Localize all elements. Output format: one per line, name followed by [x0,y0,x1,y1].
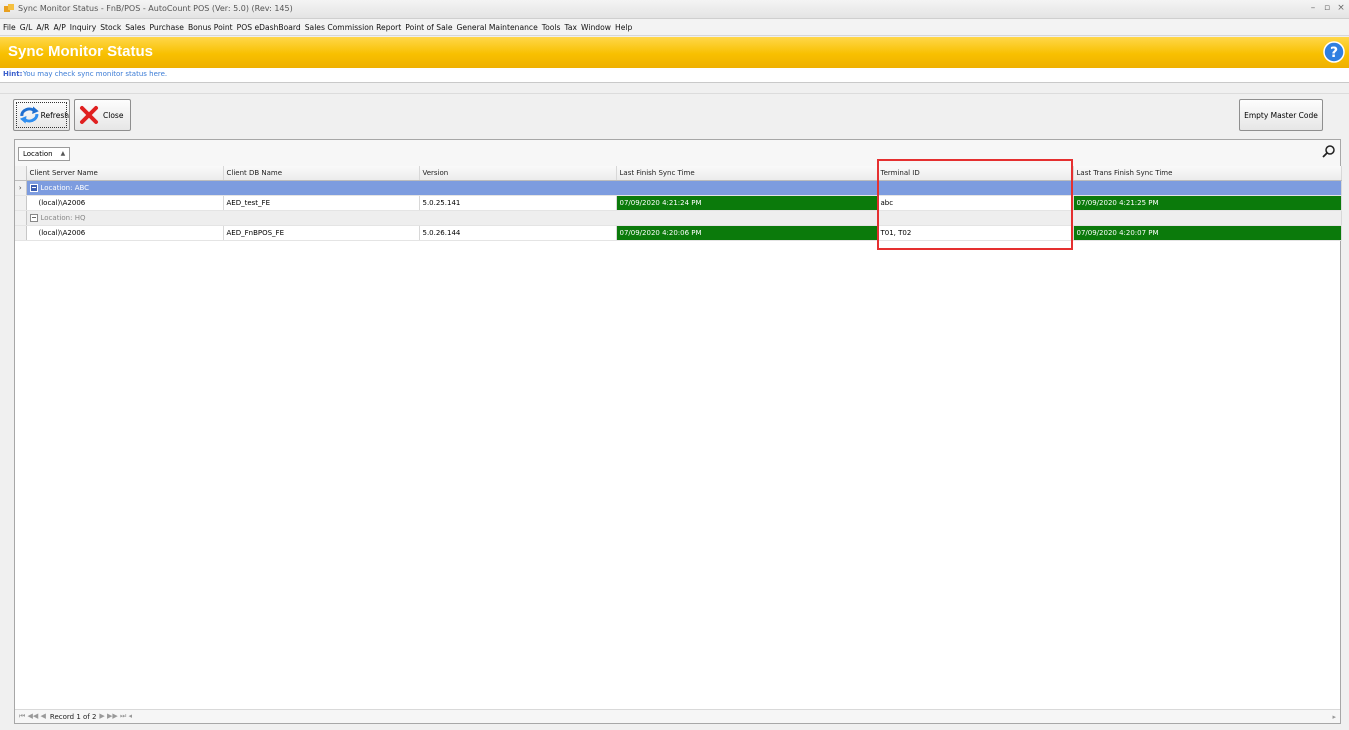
menu-help[interactable]: Help [615,23,632,32]
empty-master-code-label: Empty Master Code [1244,110,1318,120]
menu-ar[interactable]: A/R [36,23,49,32]
scroll-right-icon[interactable]: ▸ [1332,713,1336,721]
close-icon [80,106,98,124]
menu-inquiry[interactable]: Inquiry [70,23,96,32]
window-title: Sync Monitor Status - FnB/POS - AutoCoun… [18,4,293,13]
restore-icon[interactable]: ▫ [1321,2,1333,14]
record-navigator: ⏮ ◀◀ ◀ Record 1 of 2 ▶ ▶▶ ⏭ ◂ ▸ [15,709,1340,723]
menu-tax[interactable]: Tax [565,23,578,32]
row-indicator [15,225,27,241]
row-indicator: › [15,180,27,196]
cell-client-db-name[interactable]: AED_FnBPOS_FE [223,225,420,241]
minimize-icon[interactable]: – [1307,2,1319,14]
nav-next-last-icon[interactable]: ▶ ▶▶ ⏭ ◂ [99,712,132,721]
cell-client-db-name[interactable]: AED_test_FE [223,195,420,211]
cell-terminal-id[interactable]: abc [877,195,1074,211]
menu-file[interactable]: File [3,23,16,32]
search-icon[interactable] [1322,144,1336,158]
menu-purchase[interactable]: Purchase [149,23,183,32]
help-icon[interactable]: ? [1323,41,1345,63]
empty-master-code-button[interactable]: Empty Master Code [1239,99,1323,131]
group-by-panel: Location ▲ [15,140,1340,167]
menu-point-of-sale[interactable]: Point of Sale [405,23,452,32]
collapse-icon[interactable] [29,214,38,222]
cell-last-finish-sync-time[interactable]: 07/09/2020 4:21:24 PM [616,195,878,211]
hint-bar: Hint: You may check sync monitor status … [0,68,1349,83]
column-header-client-server-name[interactable]: Client Server Name [26,166,224,181]
cell-version[interactable]: 5.0.25.141 [419,195,617,211]
column-header-client-db-name[interactable]: Client DB Name [223,166,420,181]
cell-client-server-name[interactable]: (local)\A2006 [26,225,224,241]
toolbar-strip [0,83,1349,94]
row-indicator [15,210,27,226]
menu-window[interactable]: Window [581,23,611,32]
close-window-icon[interactable]: × [1335,2,1347,14]
hint-label: Hint: [3,70,23,78]
menu-stock[interactable]: Stock [100,23,121,32]
menu-gl[interactable]: G/L [20,23,33,32]
collapse-icon[interactable] [29,184,38,192]
sort-ascending-icon: ▲ [60,150,66,157]
cell-terminal-id[interactable]: T01, T02 [877,225,1074,241]
table-row[interactable]: (local)\A2006 AED_FnBPOS_FE 5.0.26.144 0… [15,225,1342,241]
menu-sales[interactable]: Sales [125,23,145,32]
menu-general-maintenance[interactable]: General Maintenance [457,23,538,32]
cell-client-server-name[interactable]: (local)\A2006 [26,195,224,211]
menu-ap[interactable]: A/P [53,23,65,32]
group-row-content[interactable]: Location: ABC [26,180,1342,196]
page-title: Sync Monitor Status [8,43,154,60]
group-row[interactable]: Location: HQ [15,210,1342,226]
close-button[interactable]: Close [74,99,131,131]
record-count: Record 1 of 2 [49,712,97,721]
column-header-last-finish-sync-time[interactable]: Last Finish Sync Time [616,166,878,181]
cell-last-finish-sync-time[interactable]: 07/09/2020 4:20:06 PM [616,225,878,241]
cell-last-trans-finish-sync-time[interactable]: 07/09/2020 4:20:07 PM [1073,225,1342,241]
menu-sales-commission-report[interactable]: Sales Commission Report [305,23,402,32]
menu-pos-edashboard[interactable]: POS eDashBoard [237,23,301,32]
menu-bar: File G/L A/R A/P Inquiry Stock Sales Pur… [0,19,1349,36]
group-by-location-chip[interactable]: Location ▲ [18,147,71,161]
grid-header-row: Client Server Name Client DB Name Versio… [15,166,1342,181]
column-header-terminal-id[interactable]: Terminal ID [877,166,1074,181]
row-indicator-header [15,166,27,181]
sync-monitor-grid: Location ▲ Client Server Name Client DB … [14,139,1342,724]
group-label: Location: ABC [40,184,90,192]
refresh-button[interactable]: Refresh [13,99,70,131]
hint-text: You may check sync monitor status here. [23,70,168,78]
table-row[interactable]: (local)\A2006 AED_test_FE 5.0.25.141 07/… [15,195,1342,211]
window-titlebar: Sync Monitor Status - FnB/POS - AutoCoun… [0,0,1349,19]
page-header: Sync Monitor Status ? [0,37,1349,68]
group-row[interactable]: › Location: ABC [15,180,1342,196]
refresh-icon [19,106,39,124]
menu-bonus-point[interactable]: Bonus Point [188,23,233,32]
column-header-version[interactable]: Version [419,166,617,181]
menu-tools[interactable]: Tools [542,23,561,32]
grid-table: Client Server Name Client DB Name Versio… [15,166,1342,241]
close-label: Close [103,110,124,120]
group-row-content[interactable]: Location: HQ [26,210,1342,226]
window-controls: – ▫ × [1307,2,1347,14]
cell-version[interactable]: 5.0.26.144 [419,225,617,241]
column-header-last-trans-finish-sync-time[interactable]: Last Trans Finish Sync Time [1073,166,1342,181]
cell-last-trans-finish-sync-time[interactable]: 07/09/2020 4:21:25 PM [1073,195,1342,211]
svg-text:?: ? [1330,45,1338,61]
nav-first-prev-icon[interactable]: ⏮ ◀◀ ◀ [19,712,46,721]
group-label: Location: HQ [40,214,86,222]
app-icon [4,4,14,12]
refresh-label: Refresh [40,110,69,120]
row-indicator [15,195,27,211]
group-chip-label: Location [23,150,53,158]
